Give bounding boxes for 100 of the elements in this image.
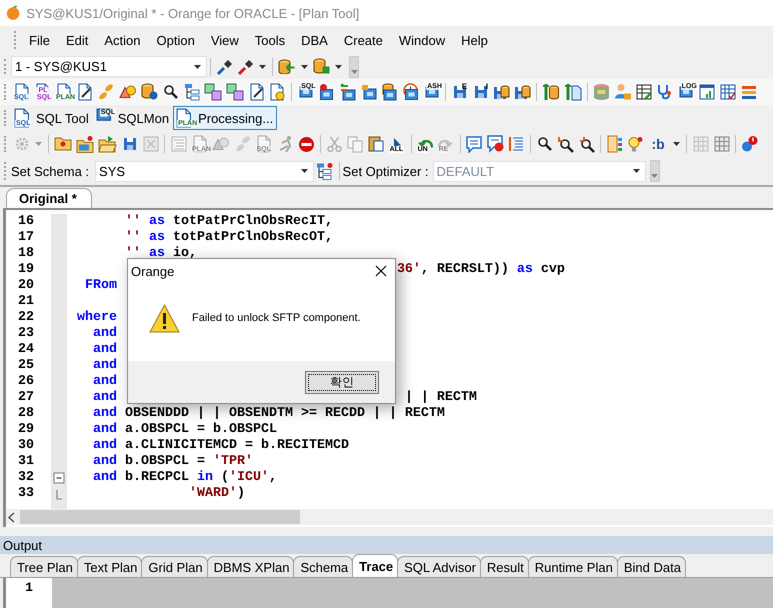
code-line: | | RECTM	[404, 390, 477, 406]
table-wrench-icon	[636, 84, 652, 100]
line-number: 23	[17, 326, 35, 342]
paste-icon	[368, 136, 384, 152]
menu-item[interactable]: Tools	[246, 30, 294, 50]
folder-open-icon	[98, 135, 117, 153]
code-line: and b.RECPCL in ('ICU',	[93, 470, 277, 486]
output-tab[interactable]: Text Plan	[76, 556, 142, 577]
code-line: and b.OBSPCL = 'TPR'	[93, 454, 253, 470]
folder-new-icon	[76, 134, 94, 154]
connection-dropdown[interactable]: 1 - SYS@KUS1	[11, 56, 207, 77]
folder-open-button[interactable]	[96, 133, 119, 155]
line-number: 16	[17, 214, 35, 230]
line-number: 17	[17, 230, 35, 246]
line-number: 1	[25, 580, 33, 595]
code-line: '' as totPatPrClnObsRecOT,	[125, 230, 333, 246]
grid-icon	[692, 136, 709, 152]
menu-item[interactable]: Edit	[58, 30, 96, 50]
monitor-gear-icon	[319, 83, 334, 101]
line-number: 19	[17, 262, 35, 278]
field-label: Set Optimizer :	[342, 164, 429, 178]
output-tab[interactable]: Result	[480, 556, 529, 577]
floppy-icon	[122, 137, 136, 151]
bars-icon	[741, 84, 758, 100]
close-icon[interactable]	[375, 265, 387, 277]
folder-star-icon	[54, 137, 72, 151]
output-tab[interactable]: Trace	[352, 554, 398, 577]
document-pen-icon	[250, 83, 264, 101]
line-number: 31	[17, 454, 35, 470]
windows-icon	[204, 83, 222, 101]
user-lock-icon	[614, 83, 632, 101]
windows-button[interactable]	[224, 81, 246, 103]
code-line: and	[93, 390, 117, 406]
line-number: 29	[17, 422, 35, 438]
windows-button[interactable]	[202, 81, 224, 103]
search-next-icon	[578, 136, 595, 152]
scissors-icon	[326, 136, 342, 152]
comment-delete-icon	[486, 135, 504, 153]
shapes-icon	[119, 85, 137, 99]
document-shapes-icon	[270, 83, 286, 101]
menu-item[interactable]: View	[202, 30, 247, 50]
dialog-title: Orange	[131, 264, 174, 278]
warning-icon	[149, 304, 180, 332]
wrench-database-button[interactable]	[540, 81, 562, 103]
list-icon	[170, 136, 186, 152]
floppy-database-icon	[514, 84, 532, 100]
menu-item[interactable]: File	[21, 30, 58, 50]
menu-item[interactable]: Action	[96, 30, 148, 50]
caret-icon	[632, 168, 641, 174]
floppy-button[interactable]: I	[470, 81, 492, 103]
windows-icon	[226, 83, 244, 101]
field-label: Set Schema :	[11, 164, 90, 178]
output-tab[interactable]: SQL Advisor	[397, 556, 481, 577]
code-line: 36', RECRSLT)) as cvp	[396, 262, 565, 278]
database-icon	[592, 83, 610, 101]
database-info-icon	[140, 83, 158, 101]
toolbar-chevron-icon[interactable]	[650, 160, 660, 182]
menu-item[interactable]: Create	[336, 30, 391, 50]
line-number: 20	[17, 278, 35, 294]
scrollbar-thumb[interactable]	[20, 510, 300, 524]
line-number: 26	[17, 374, 35, 390]
menu-item[interactable]: DBA	[293, 30, 336, 50]
output-tab[interactable]: Tree Plan	[10, 556, 78, 577]
menu-item[interactable]: Option	[148, 30, 203, 50]
caret-icon	[672, 141, 682, 147]
output-tab[interactable]: Grid Plan	[141, 556, 208, 577]
monitor-lock-icon	[360, 84, 377, 100]
editor-tab[interactable]: Original *	[6, 188, 92, 208]
horizontal-scrollbar[interactable]	[6, 509, 773, 525]
caret-icon	[334, 64, 343, 70]
fold-toggle-icon[interactable]	[53, 472, 65, 484]
comment-icon	[466, 136, 482, 152]
schema-dropdown[interactable]: SYS	[95, 160, 314, 182]
line-number: 22	[17, 310, 35, 326]
code-line: and a.CLINICITEMCD = b.RECITEMCD	[93, 438, 349, 454]
code-line: and	[93, 326, 117, 342]
document-pen-icon	[78, 83, 92, 101]
ok-button[interactable]: 확인	[305, 370, 379, 394]
pills-icon	[97, 82, 116, 102]
floppy-icon	[474, 85, 488, 99]
output-tab[interactable]: Bind Data	[616, 556, 686, 577]
output-tab[interactable]: Schema	[293, 556, 354, 577]
code-line: and	[93, 342, 117, 358]
output-tab[interactable]: Runtime Plan	[528, 556, 618, 577]
window-title: SYS@KUS1/Original * - Orange for ORACLE - [Plan Tool]	[26, 6, 360, 20]
folder-new-button[interactable]	[74, 133, 96, 155]
output-tab[interactable]: DBMS XPlan	[206, 556, 294, 577]
search-icon	[164, 85, 178, 99]
comment-delete-button[interactable]	[484, 133, 506, 155]
code-line: and a.OBSPCL = b.OBSPCL	[93, 422, 277, 438]
panel-title: Output	[3, 538, 42, 552]
menu-item[interactable]: Help	[453, 30, 496, 50]
bind-variable-button[interactable]: :b	[646, 133, 670, 155]
chart-window-icon	[699, 84, 716, 100]
wrench-document-icon	[564, 83, 582, 101]
menu-item[interactable]: Window	[390, 30, 454, 50]
caret-icon	[300, 64, 308, 70]
code-line: where	[77, 310, 117, 326]
scroll-left-icon[interactable]	[8, 512, 15, 522]
tree-icon	[316, 162, 334, 180]
